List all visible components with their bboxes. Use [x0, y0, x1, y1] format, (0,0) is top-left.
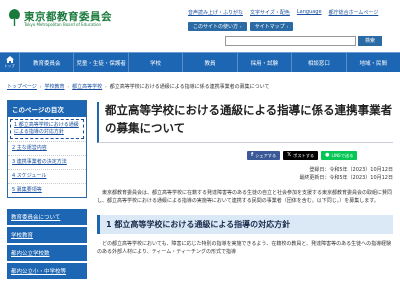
facebook-icon: f	[251, 151, 254, 158]
x-icon: 𝕏	[287, 151, 292, 158]
section-1-heading: 1 都立高等学校における通級による指導の対応方針	[97, 215, 393, 235]
utility-buttons: このサイトの使い方 › サイトマップ ›	[188, 22, 294, 31]
share-buttons: f シェアする 𝕏 ポストする ● LINEで送る	[247, 150, 393, 160]
facebook-share-label: シェアする	[255, 152, 277, 158]
how-to-use-button[interactable]: このサイトの使い方 ›	[188, 22, 247, 31]
sidebar: このページの目次 1 都立高等学校における通級による指導の対応方針 2 主な運営…	[7, 100, 87, 281]
ginkgo-logo-icon	[9, 9, 20, 26]
caret-right-icon: ›	[286, 24, 289, 29]
toc-item-5[interactable]: 5 募集要項等	[8, 183, 86, 197]
breadcrumb-high-schools[interactable]: 都立高等学校	[72, 83, 102, 90]
toc-title: このページの目次	[8, 101, 86, 117]
page-title: 都立高等学校における通級による指導に係る連携事業者の募集について	[97, 102, 393, 143]
page-dates: 登録日：令和5年（2023）10月12日 最終更新日：令和5年（2023）10月…	[97, 166, 393, 182]
line-icon: ●	[325, 151, 330, 158]
sitemap-label: サイトマップ	[254, 24, 285, 30]
nav-item-teachers[interactable]: 教員	[183, 53, 238, 72]
section-1-paragraph: どの都立高等学校においても、障害に応じた特別の指導を実施できるよう、在籍校の教員…	[97, 241, 392, 256]
how-to-use-label: このサイトの使い方	[193, 24, 239, 30]
main-content: 都立高等学校における通級による指導に係る連携事業者の募集について f シェアする …	[97, 102, 393, 257]
x-post-button[interactable]: 𝕏 ポストする	[283, 150, 319, 160]
chevron-right-icon: ›	[105, 84, 107, 89]
sitemap-button[interactable]: サイトマップ ›	[249, 22, 294, 31]
text-size-color-link[interactable]: 文字サイズ・配色	[250, 9, 290, 16]
nav-item-board[interactable]: 教育委員会	[20, 53, 75, 72]
search-input[interactable]	[225, 36, 356, 46]
breadcrumb-current: 都立高等学校における通級による指導に係る連携事業者の募集について	[109, 84, 270, 90]
intro-paragraph: 東京都教育委員会は、都立高等学校に在籍する発達障害等のある生徒の自立と社会参加を…	[97, 189, 393, 204]
voice-furigana-link[interactable]: 音声読み上げ・ふりがな	[188, 9, 243, 16]
nav-item-schools[interactable]: 学校	[129, 53, 184, 72]
utility-links: 音声読み上げ・ふりがな 文字サイズ・配色 Language 都庁総合ホームページ	[188, 9, 378, 16]
facebook-share-button[interactable]: f シェアする	[247, 150, 281, 160]
toc-item-4[interactable]: 4 スケジュール	[8, 169, 86, 183]
nav-item-community[interactable]: 地域・民間	[347, 53, 400, 72]
breadcrumb-school-education[interactable]: 学校教育	[45, 83, 65, 90]
updated-date: 最終更新日：令和5年（2023）10月12日	[299, 174, 393, 181]
logo-subtitle: Tokyo Metropolitan Board of Education	[24, 22, 102, 27]
side-nav-elementary-junior[interactable]: 都内公立小・中学校等	[7, 263, 87, 279]
registered-date: 登録日：令和5年（2023）10月12日	[309, 166, 393, 173]
chevron-right-icon: ›	[39, 84, 42, 89]
metro-gov-link[interactable]: 都庁総合ホームページ	[329, 9, 379, 16]
line-share-button[interactable]: ● LINEで送る	[321, 150, 358, 160]
x-post-label: ポストする	[293, 152, 315, 158]
site-logo[interactable]: 東京都教育委員会 Tokyo Metropolitan Board of Edu…	[8, 8, 128, 30]
home-icon	[5, 56, 14, 63]
line-share-label: LINEで送る	[331, 152, 354, 158]
chevron-right-icon: ›	[67, 84, 70, 89]
site-header: 東京都教育委員会 Tokyo Metropolitan Board of Edu…	[0, 0, 400, 56]
language-link[interactable]: Language	[297, 9, 322, 16]
toc-item-1[interactable]: 1 都立高等学校における通級による指導の対応方針	[10, 119, 84, 139]
side-nav: 教育委員会について 学校教育 都内公立学校数 都内公立小・中学校等	[7, 209, 87, 279]
side-nav-board[interactable]: 教育委員会について	[7, 209, 87, 225]
global-nav: トップ 教育委員会 児童・生徒・保護者 学校 教員 採用・試験 相談窓口 地域・…	[0, 52, 400, 72]
breadcrumb-top[interactable]: トップページ	[7, 83, 37, 90]
caret-right-icon: ›	[240, 24, 242, 29]
breadcrumb: トップページ › 学校教育 › 都立高等学校 › 都立高等学校における通級による…	[7, 83, 269, 90]
nav-item-consultation[interactable]: 相談窓口	[292, 53, 347, 72]
table-of-contents: このページの目次 1 都立高等学校における通級による指導の対応方針 2 主な運営…	[7, 100, 87, 198]
toc-item-2[interactable]: 2 主な運営内容	[8, 141, 86, 155]
side-nav-school-count[interactable]: 都内公立学校数	[7, 245, 87, 261]
toc-item-3[interactable]: 3 連携事業者の決定方法	[8, 155, 86, 169]
nav-item-students[interactable]: 児童・生徒・保護者	[74, 53, 129, 72]
side-nav-school-education[interactable]: 学校教育	[7, 227, 87, 243]
search-button[interactable]: 検索	[358, 36, 382, 46]
nav-home[interactable]: トップ	[0, 53, 20, 72]
nav-item-recruitment[interactable]: 採用・試験	[238, 53, 293, 72]
nav-home-label: トップ	[4, 64, 15, 68]
